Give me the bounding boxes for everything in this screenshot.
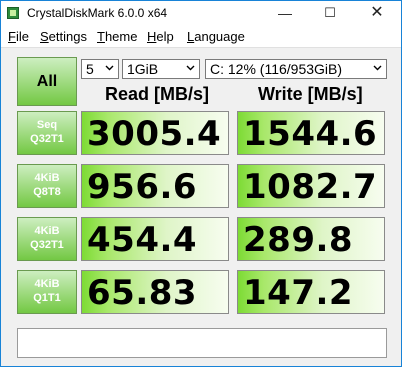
test-label-line1: 4KiB [34, 225, 60, 237]
read-result-cell: 65.83 [81, 270, 229, 314]
chevron-down-icon [373, 65, 382, 71]
test-button-4kib-q8t8[interactable]: 4KiB Q8T8 [17, 164, 77, 208]
close-icon[interactable]: ✕ [355, 1, 399, 27]
write-column-header: Write [MB/s] [258, 84, 363, 104]
test-label-line2: Q32T1 [30, 239, 64, 251]
write-result-value: 1082.7 [243, 167, 378, 207]
menu-bar: File Settings Theme Help Language [1, 27, 401, 48]
menu-settings[interactable]: Settings [40, 29, 87, 44]
write-result-cell: 289.8 [237, 217, 385, 261]
menu-language[interactable]: Language [187, 29, 245, 44]
read-result-value: 65.83 [87, 273, 198, 313]
chevron-down-icon [186, 65, 195, 71]
read-result-cell: 454.4 [81, 217, 229, 261]
write-result-cell: 1082.7 [237, 164, 385, 208]
window-title: CrystalDiskMark 6.0.0 x64 [27, 6, 168, 20]
test-count-select[interactable]: 5 [81, 59, 119, 79]
test-size-select[interactable]: 1GiB [122, 59, 200, 79]
all-tests-button[interactable]: All [17, 57, 77, 106]
comment-field[interactable] [17, 328, 387, 358]
menu-help[interactable]: Help [147, 29, 174, 44]
read-result-value: 3005.4 [87, 114, 222, 154]
test-button-4kib-q1t1[interactable]: 4KiB Q1T1 [17, 270, 77, 314]
menu-theme[interactable]: Theme [97, 29, 137, 44]
test-button-4kib-q32t1[interactable]: 4KiB Q32T1 [17, 217, 77, 261]
test-label-line1: 4KiB [34, 172, 60, 184]
write-result-value: 147.2 [243, 273, 354, 313]
test-label-line1: Seq [36, 119, 58, 131]
title-bar: CrystalDiskMark 6.0.0 x64 — ☐ ✕ [1, 1, 401, 27]
write-result-cell: 1544.6 [237, 111, 385, 155]
test-label-line2: Q32T1 [30, 133, 64, 145]
chevron-down-icon [105, 65, 114, 71]
read-result-cell: 956.6 [81, 164, 229, 208]
test-label-line2: Q1T1 [33, 292, 61, 304]
crystaldiskmark-app-icon [7, 7, 19, 19]
test-button-seq-q32t1[interactable]: Seq Q32T1 [17, 111, 77, 155]
read-column-header: Read [MB/s] [105, 84, 210, 104]
write-result-value: 289.8 [243, 220, 354, 260]
test-label-line2: Q8T8 [33, 186, 61, 198]
read-result-value: 956.6 [87, 167, 198, 207]
test-label-line1: 4KiB [34, 278, 60, 290]
minimize-icon[interactable]: — [263, 1, 307, 27]
read-result-value: 454.4 [87, 220, 198, 260]
write-result-value: 1544.6 [243, 114, 378, 154]
menu-file[interactable]: File [8, 29, 29, 44]
read-result-cell: 3005.4 [81, 111, 229, 155]
write-result-cell: 147.2 [237, 270, 385, 314]
drive-select[interactable]: C: 12% (116/953GiB) [205, 59, 387, 79]
app-window: CrystalDiskMark 6.0.0 x64 — ☐ ✕ File Set… [0, 0, 402, 367]
maximize-icon[interactable]: ☐ [308, 1, 352, 27]
